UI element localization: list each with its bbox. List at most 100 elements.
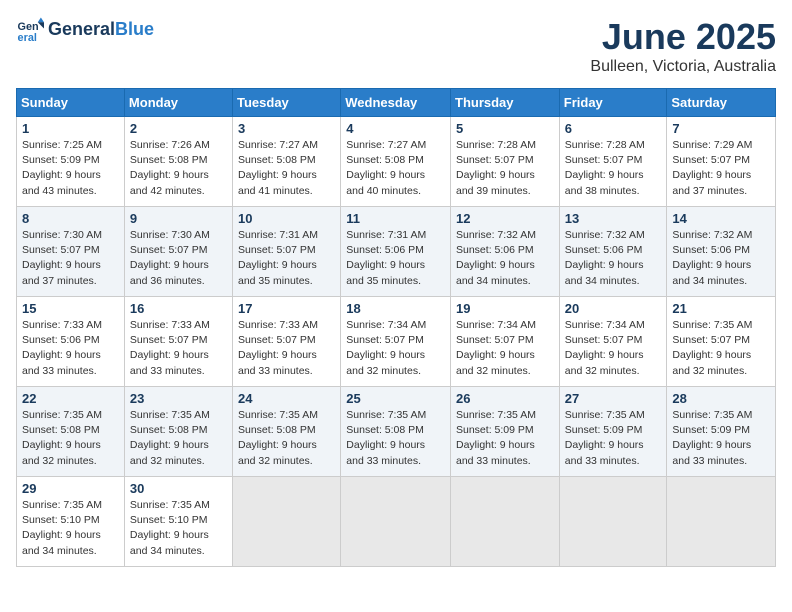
day-cell: 23 Sunrise: 7:35 AM Sunset: 5:08 PM Dayl… xyxy=(124,387,232,477)
day-info: Sunrise: 7:35 AM Sunset: 5:10 PM Dayligh… xyxy=(22,498,119,559)
day-info: Sunrise: 7:35 AM Sunset: 5:09 PM Dayligh… xyxy=(456,408,554,469)
day-cell: 15 Sunrise: 7:33 AM Sunset: 5:06 PM Dayl… xyxy=(17,297,125,387)
calendar-row: 29 Sunrise: 7:35 AM Sunset: 5:10 PM Dayl… xyxy=(17,477,776,567)
day-cell: 26 Sunrise: 7:35 AM Sunset: 5:09 PM Dayl… xyxy=(451,387,560,477)
title-area: June 2025 Bulleen, Victoria, Australia xyxy=(590,16,776,76)
day-info: Sunrise: 7:35 AM Sunset: 5:09 PM Dayligh… xyxy=(672,408,770,469)
day-info: Sunrise: 7:28 AM Sunset: 5:07 PM Dayligh… xyxy=(456,138,554,199)
day-info: Sunrise: 7:34 AM Sunset: 5:07 PM Dayligh… xyxy=(346,318,445,379)
day-info: Sunrise: 7:30 AM Sunset: 5:07 PM Dayligh… xyxy=(130,228,227,289)
day-info: Sunrise: 7:32 AM Sunset: 5:06 PM Dayligh… xyxy=(456,228,554,289)
day-number: 11 xyxy=(346,211,445,226)
day-cell: 22 Sunrise: 7:35 AM Sunset: 5:08 PM Dayl… xyxy=(17,387,125,477)
day-info: Sunrise: 7:34 AM Sunset: 5:07 PM Dayligh… xyxy=(456,318,554,379)
day-number: 7 xyxy=(672,121,770,136)
day-info: Sunrise: 7:35 AM Sunset: 5:08 PM Dayligh… xyxy=(130,408,227,469)
day-info: Sunrise: 7:31 AM Sunset: 5:07 PM Dayligh… xyxy=(238,228,335,289)
day-number: 17 xyxy=(238,301,335,316)
day-number: 8 xyxy=(22,211,119,226)
day-cell: 21 Sunrise: 7:35 AM Sunset: 5:07 PM Dayl… xyxy=(667,297,776,387)
day-cell: 28 Sunrise: 7:35 AM Sunset: 5:09 PM Dayl… xyxy=(667,387,776,477)
day-info: Sunrise: 7:35 AM Sunset: 5:08 PM Dayligh… xyxy=(238,408,335,469)
svg-text:eral: eral xyxy=(18,32,37,44)
day-info: Sunrise: 7:33 AM Sunset: 5:06 PM Dayligh… xyxy=(22,318,119,379)
day-number: 23 xyxy=(130,391,227,406)
logo-icon: Gen eral xyxy=(16,16,44,44)
day-info: Sunrise: 7:35 AM Sunset: 5:09 PM Dayligh… xyxy=(565,408,662,469)
day-info: Sunrise: 7:29 AM Sunset: 5:07 PM Dayligh… xyxy=(672,138,770,199)
day-number: 21 xyxy=(672,301,770,316)
day-number: 6 xyxy=(565,121,662,136)
day-cell: 17 Sunrise: 7:33 AM Sunset: 5:07 PM Dayl… xyxy=(233,297,341,387)
day-number: 16 xyxy=(130,301,227,316)
day-number: 4 xyxy=(346,121,445,136)
day-cell: 11 Sunrise: 7:31 AM Sunset: 5:06 PM Dayl… xyxy=(341,207,451,297)
day-number: 30 xyxy=(130,481,227,496)
day-number: 13 xyxy=(565,211,662,226)
day-cell: 4 Sunrise: 7:27 AM Sunset: 5:08 PM Dayli… xyxy=(341,117,451,207)
day-info: Sunrise: 7:31 AM Sunset: 5:06 PM Dayligh… xyxy=(346,228,445,289)
day-info: Sunrise: 7:26 AM Sunset: 5:08 PM Dayligh… xyxy=(130,138,227,199)
day-cell: 5 Sunrise: 7:28 AM Sunset: 5:07 PM Dayli… xyxy=(451,117,560,207)
day-cell: 13 Sunrise: 7:32 AM Sunset: 5:06 PM Dayl… xyxy=(559,207,667,297)
day-number: 20 xyxy=(565,301,662,316)
day-info: Sunrise: 7:27 AM Sunset: 5:08 PM Dayligh… xyxy=(346,138,445,199)
day-cell: 10 Sunrise: 7:31 AM Sunset: 5:07 PM Dayl… xyxy=(233,207,341,297)
day-info: Sunrise: 7:35 AM Sunset: 5:08 PM Dayligh… xyxy=(22,408,119,469)
day-cell: 24 Sunrise: 7:35 AM Sunset: 5:08 PM Dayl… xyxy=(233,387,341,477)
day-number: 24 xyxy=(238,391,335,406)
header-friday: Friday xyxy=(559,89,667,117)
day-info: Sunrise: 7:28 AM Sunset: 5:07 PM Dayligh… xyxy=(565,138,662,199)
day-number: 2 xyxy=(130,121,227,136)
day-info: Sunrise: 7:33 AM Sunset: 5:07 PM Dayligh… xyxy=(130,318,227,379)
header-sunday: Sunday xyxy=(17,89,125,117)
day-number: 22 xyxy=(22,391,119,406)
day-cell: 27 Sunrise: 7:35 AM Sunset: 5:09 PM Dayl… xyxy=(559,387,667,477)
day-number: 27 xyxy=(565,391,662,406)
day-info: Sunrise: 7:35 AM Sunset: 5:07 PM Dayligh… xyxy=(672,318,770,379)
calendar-row: 15 Sunrise: 7:33 AM Sunset: 5:06 PM Dayl… xyxy=(17,297,776,387)
header-saturday: Saturday xyxy=(667,89,776,117)
header-wednesday: Wednesday xyxy=(341,89,451,117)
day-number: 1 xyxy=(22,121,119,136)
header-thursday: Thursday xyxy=(451,89,560,117)
day-number: 25 xyxy=(346,391,445,406)
day-cell: 9 Sunrise: 7:30 AM Sunset: 5:07 PM Dayli… xyxy=(124,207,232,297)
day-cell: 6 Sunrise: 7:28 AM Sunset: 5:07 PM Dayli… xyxy=(559,117,667,207)
day-number: 26 xyxy=(456,391,554,406)
calendar-row: 22 Sunrise: 7:35 AM Sunset: 5:08 PM Dayl… xyxy=(17,387,776,477)
logo-line2: Blue xyxy=(115,19,154,39)
day-info: Sunrise: 7:34 AM Sunset: 5:07 PM Dayligh… xyxy=(565,318,662,379)
calendar-table: Sunday Monday Tuesday Wednesday Thursday… xyxy=(16,88,776,567)
day-number: 3 xyxy=(238,121,335,136)
day-number: 10 xyxy=(238,211,335,226)
day-number: 9 xyxy=(130,211,227,226)
header: Gen eral GeneralBlue June 2025 Bulleen, … xyxy=(16,16,776,76)
day-number: 14 xyxy=(672,211,770,226)
empty-cell xyxy=(559,477,667,567)
day-info: Sunrise: 7:25 AM Sunset: 5:09 PM Dayligh… xyxy=(22,138,119,199)
day-info: Sunrise: 7:30 AM Sunset: 5:07 PM Dayligh… xyxy=(22,228,119,289)
day-info: Sunrise: 7:35 AM Sunset: 5:10 PM Dayligh… xyxy=(130,498,227,559)
day-number: 12 xyxy=(456,211,554,226)
logo: Gen eral GeneralBlue xyxy=(16,16,154,44)
day-cell: 3 Sunrise: 7:27 AM Sunset: 5:08 PM Dayli… xyxy=(233,117,341,207)
day-number: 28 xyxy=(672,391,770,406)
day-info: Sunrise: 7:35 AM Sunset: 5:08 PM Dayligh… xyxy=(346,408,445,469)
empty-cell xyxy=(233,477,341,567)
day-cell: 25 Sunrise: 7:35 AM Sunset: 5:08 PM Dayl… xyxy=(341,387,451,477)
day-cell: 7 Sunrise: 7:29 AM Sunset: 5:07 PM Dayli… xyxy=(667,117,776,207)
day-cell: 12 Sunrise: 7:32 AM Sunset: 5:06 PM Dayl… xyxy=(451,207,560,297)
day-cell: 14 Sunrise: 7:32 AM Sunset: 5:06 PM Dayl… xyxy=(667,207,776,297)
day-cell: 20 Sunrise: 7:34 AM Sunset: 5:07 PM Dayl… xyxy=(559,297,667,387)
header-tuesday: Tuesday xyxy=(233,89,341,117)
day-cell: 2 Sunrise: 7:26 AM Sunset: 5:08 PM Dayli… xyxy=(124,117,232,207)
day-info: Sunrise: 7:32 AM Sunset: 5:06 PM Dayligh… xyxy=(565,228,662,289)
day-info: Sunrise: 7:33 AM Sunset: 5:07 PM Dayligh… xyxy=(238,318,335,379)
empty-cell xyxy=(667,477,776,567)
day-number: 19 xyxy=(456,301,554,316)
day-number: 18 xyxy=(346,301,445,316)
day-number: 5 xyxy=(456,121,554,136)
day-cell: 30 Sunrise: 7:35 AM Sunset: 5:10 PM Dayl… xyxy=(124,477,232,567)
logo-text: GeneralBlue xyxy=(48,20,154,40)
